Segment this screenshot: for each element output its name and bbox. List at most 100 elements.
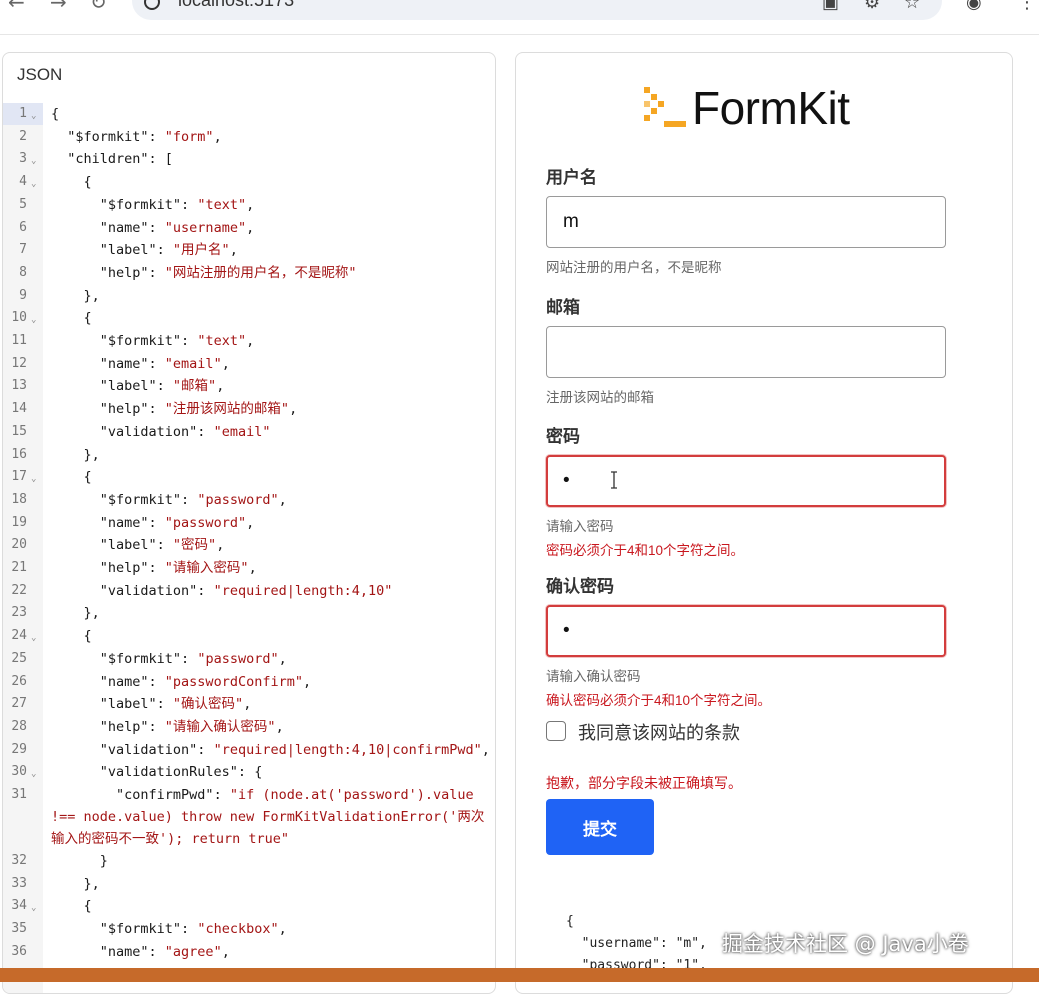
code-string: "password" <box>197 650 279 667</box>
password-help: 请输入密码 <box>546 519 614 534</box>
line-number: 4 <box>19 174 27 190</box>
code-line: 27 "label": "确认密码", <box>3 693 495 715</box>
password-confirm-field: 确认密码 • 请输入确认密码 确认密码必须介于4和10个字符之间。 <box>546 572 946 709</box>
json-editor[interactable]: 1 ⌄{2 "$formkit": "form", 3 ⌄ "children": [… <box>3 103 495 993</box>
code-text: { <box>51 895 489 917</box>
browser-toolbar: ← → ↻ localhost:5173 ▣ ⚙ ☆ ◉ ⋮ <box>0 0 1039 35</box>
line-number: 23 <box>11 605 27 621</box>
code-token: , <box>246 196 255 213</box>
fold-chevron-icon[interactable]: ⌄ <box>31 897 36 919</box>
line-number: 1 <box>19 106 27 121</box>
code-line: 22 "validation": "required|length:4,10" <box>3 580 495 602</box>
code-string: "确认密码" <box>172 696 244 713</box>
extension-icon[interactable]: ⚙ <box>864 0 880 13</box>
fold-chevron-icon[interactable]: ⌄ <box>31 468 36 490</box>
code-text: "$formkit": "text", <box>51 194 489 216</box>
code-token: "help": <box>51 401 165 418</box>
text-cursor-icon <box>611 471 617 489</box>
line-number: 10 <box>11 310 27 326</box>
code-line: 19 "name": "password", <box>3 512 495 534</box>
line-number: 20 <box>11 537 27 553</box>
menu-icon[interactable]: ⋮ <box>1018 0 1036 13</box>
code-line: 23 }, <box>3 602 495 624</box>
password-label: 密码 <box>546 427 580 446</box>
code-token: } <box>51 853 108 869</box>
code-line: 16 }, <box>3 444 495 466</box>
code-line: 15 "validation": "email" <box>3 421 495 443</box>
code-token: , <box>248 560 257 576</box>
code-line: 29 "validation": "required|length:4,10|c… <box>3 739 495 761</box>
code-token: , <box>246 514 255 531</box>
code-text: "label": "密码", <box>51 534 489 556</box>
code-token: { <box>51 628 92 645</box>
translate-icon[interactable]: ▣ <box>822 0 839 13</box>
line-number: 17 <box>11 469 27 485</box>
line-number: 15 <box>11 423 27 439</box>
fold-chevron-icon[interactable]: ⌄ <box>31 763 36 785</box>
code-string: "email" <box>213 423 271 440</box>
password-confirm-input[interactable]: • <box>546 605 946 657</box>
code-line: 14 "help": "注册该网站的邮箱", <box>3 398 495 420</box>
agree-checkbox[interactable] <box>546 721 566 741</box>
code-token: "confirmPwd": <box>51 787 230 803</box>
code-token: "name": <box>51 355 165 372</box>
code-string: "password" <box>164 514 247 531</box>
code-line: 24 ⌄ { <box>3 625 495 647</box>
code-token: }, <box>51 287 100 304</box>
code-text: "label": "邮箱", <box>51 375 489 397</box>
code-text: "help": "请输入确认密码", <box>51 716 489 738</box>
code-line: 9 }, <box>3 285 495 307</box>
fold-chevron-icon[interactable]: ⌄ <box>31 627 36 649</box>
code-token: , <box>221 943 230 960</box>
fold-chevron-icon[interactable]: ⌄ <box>31 150 36 172</box>
line-number: 26 <box>11 673 27 689</box>
code-string: "注册该网站的邮箱" <box>164 401 290 418</box>
code-text: "children": [ <box>51 148 489 170</box>
code-line: 17 ⌄ { <box>3 466 495 488</box>
code-token: { <box>51 106 60 122</box>
code-token: "$formkit": <box>51 196 198 213</box>
agree-label[interactable]: 我同意该网站的条款 <box>578 719 740 745</box>
profile-icon[interactable]: ◉ <box>966 0 982 13</box>
code-line: 5 "$formkit": "text", <box>3 194 495 216</box>
url-text: localhost:5173 <box>178 0 295 10</box>
bookmark-star-icon[interactable]: ☆ <box>904 0 920 13</box>
username-input[interactable]: m <box>546 196 946 248</box>
code-token: "validation": <box>51 423 214 440</box>
code-token: "label": <box>51 378 173 395</box>
site-info-icon[interactable] <box>144 0 160 10</box>
line-number: 7 <box>19 242 27 258</box>
code-string: "checkbox" <box>197 921 279 938</box>
back-icon[interactable]: ← <box>8 0 25 14</box>
username-label: 用户名 <box>546 168 597 187</box>
password-confirm-error: 确认密码必须介于4和10个字符之间。 <box>546 693 772 708</box>
code-text: { <box>51 103 489 125</box>
code-string: "text" <box>197 333 247 349</box>
code-token: , <box>278 921 287 938</box>
fold-chevron-icon[interactable]: ⌄ <box>31 105 36 127</box>
submit-button[interactable]: 提交 <box>546 799 654 855</box>
line-number: 3 <box>19 151 27 167</box>
fold-chevron-icon[interactable]: ⌄ <box>31 309 36 331</box>
line-number: 21 <box>11 560 27 575</box>
code-token: "help": <box>51 560 165 576</box>
code-text: { <box>51 625 489 647</box>
reload-icon[interactable]: ↻ <box>90 0 107 14</box>
code-text: "name": "password", <box>51 512 489 534</box>
email-input[interactable] <box>546 326 946 378</box>
email-help: 注册该网站的邮箱 <box>546 390 654 405</box>
code-token: { <box>51 310 92 327</box>
password-input[interactable]: • <box>546 455 946 507</box>
code-token: , <box>302 673 312 690</box>
code-token: "label": <box>51 537 173 554</box>
code-token: }, <box>51 875 100 892</box>
code-line: 33 }, <box>3 873 495 895</box>
address-bar[interactable]: localhost:5173 <box>132 0 942 20</box>
password-confirm-help: 请输入确认密码 <box>546 669 641 684</box>
forward-icon[interactable]: → <box>50 0 67 14</box>
fold-chevron-icon[interactable]: ⌄ <box>31 173 36 195</box>
code-string: "密码" <box>172 537 217 554</box>
code-string: "请输入确认密码" <box>164 718 276 735</box>
code-text: { <box>51 307 489 329</box>
code-line: 30 ⌄ "validationRules": { <box>3 761 495 783</box>
